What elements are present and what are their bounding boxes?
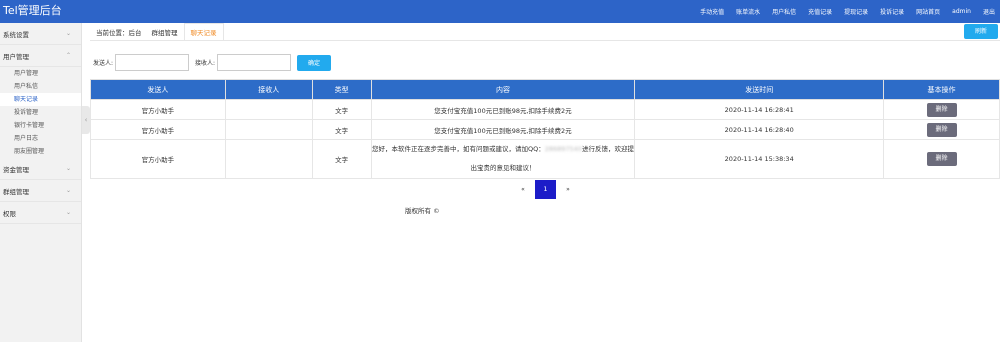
sidebar-item-user-messages[interactable]: 用户私信 <box>0 80 81 93</box>
breadcrumb-item-home[interactable]: 后台 <box>129 29 142 37</box>
filter-bar: 发送人: 接收人: 确定 <box>93 54 332 71</box>
sidebar-item-chat-records[interactable]: 聊天记录 <box>0 93 81 106</box>
chevron-down-icon: ⌄ <box>65 209 71 216</box>
sidebar-group-label: 资金管理 <box>3 165 29 174</box>
chevron-up-icon: ⌃ <box>65 52 71 59</box>
sidebar: 系统设置 ⌄ 用户管理 ⌃ 用户管理 用户私信 聊天记录 投诉管理 银行卡管理 … <box>0 23 82 342</box>
cell-content: 您好，本软件正在逐步完善中，如有问题或建议，请加QQ：286897540进行反馈… <box>370 139 636 179</box>
sidebar-item-user-logs[interactable]: 用户日志 <box>0 132 81 145</box>
topnav-user-messages[interactable]: 用户私信 <box>772 7 796 16</box>
cell-sender: 官方小助手 <box>90 119 226 140</box>
delete-button[interactable]: 删除 <box>926 152 957 166</box>
col-header-sender: 发送人 <box>90 79 226 100</box>
cell-receiver <box>224 119 313 140</box>
sidebar-group-label: 系统设置 <box>3 30 29 39</box>
sidebar-item-bank-cards[interactable]: 银行卡管理 <box>0 119 81 132</box>
chat-records-table: 发送人 接收人 类型 内容 发送时间 基本操作 官方小助手 文字 您支付宝充值1… <box>90 79 1000 179</box>
topnav-manual-recharge[interactable]: 手动充值 <box>700 7 724 16</box>
confirm-button[interactable]: 确定 <box>297 54 332 71</box>
breadcrumb-current-tab[interactable]: 聊天记录 <box>183 23 224 40</box>
cell-type: 文字 <box>311 139 372 179</box>
sidebar-collapse-handle[interactable]: ‹ <box>82 106 90 134</box>
app-title: Tel管理后台 <box>3 4 62 17</box>
breadcrumb-prefix: 当前位置： <box>96 28 129 37</box>
cell-actions: 删除 <box>883 99 1000 120</box>
topnav-recharge-records[interactable]: 充值记录 <box>808 7 832 16</box>
top-bar: Tel管理后台 手动充值 账单流水 用户私信 充值记录 提现记录 投诉记录 网站… <box>0 0 1000 23</box>
cell-sender: 官方小助手 <box>90 139 226 179</box>
sidebar-group-label: 权限 <box>3 209 16 218</box>
sidebar-group-users[interactable]: 用户管理 ⌃ <box>0 45 81 67</box>
sidebar-group-label: 群组管理 <box>3 187 29 196</box>
topnav-complaint-records[interactable]: 投诉记录 <box>880 7 904 16</box>
sidebar-group-label: 用户管理 <box>3 52 29 61</box>
cell-content: 您支付宝充值100元已到账98元,扣除手续费2元 <box>370 99 636 120</box>
table-row: 官方小助手 文字 您好，本软件正在逐步完善中，如有问题或建议，请加QQ：2868… <box>90 139 1000 179</box>
cell-actions: 删除 <box>883 119 1000 140</box>
next-page-button[interactable]: » <box>560 186 576 193</box>
receiver-input[interactable] <box>217 54 292 71</box>
breadcrumb-item-groups[interactable]: 群组管理 <box>152 27 178 37</box>
content-text: 您好，本软件正在逐步完善中，如有问题或建议，请加QQ： <box>372 145 545 153</box>
prev-page-button[interactable]: « <box>515 186 531 193</box>
top-nav: 手动充值 账单流水 用户私信 充值记录 提现记录 投诉记录 网站首页 admin… <box>688 0 995 23</box>
page-1-button[interactable]: 1 <box>535 180 556 199</box>
col-header-actions: 基本操作 <box>883 79 1000 100</box>
topnav-bill-flow[interactable]: 账单流水 <box>736 7 760 16</box>
blurred-qq-number: 286897540 <box>544 145 582 153</box>
chevron-down-icon: ⌄ <box>65 30 71 37</box>
delete-button[interactable]: 删除 <box>926 102 957 117</box>
cell-content: 您支付宝充值100元已到账98元,扣除手续费2元 <box>370 119 636 140</box>
sidebar-group-funds[interactable]: 资金管理 ⌄ <box>0 158 81 180</box>
sender-input[interactable] <box>115 54 190 71</box>
copyright-footer: 版权所有 © <box>405 207 440 215</box>
sidebar-group-groups[interactable]: 群组管理 ⌄ <box>0 180 81 202</box>
cell-sender: 官方小助手 <box>90 99 226 120</box>
col-header-receiver: 接收人 <box>224 79 313 100</box>
receiver-label: 接收人: <box>195 60 216 67</box>
sidebar-item-complaints[interactable]: 投诉管理 <box>0 106 81 119</box>
col-header-time: 发送时间 <box>634 79 885 100</box>
col-header-content: 内容 <box>370 79 636 100</box>
sidebar-group-permissions[interactable]: 权限 ⌄ <box>0 202 81 224</box>
refresh-button[interactable]: 刷新 <box>964 24 998 39</box>
cell-type: 文字 <box>311 99 372 120</box>
chevron-down-icon: ⌄ <box>65 187 71 194</box>
cell-receiver <box>224 139 313 179</box>
cell-time: 2020-11-14 16:28:40 <box>634 119 885 140</box>
topnav-logout[interactable]: 退出 <box>983 7 995 16</box>
topnav-admin-user[interactable]: admin <box>952 8 971 15</box>
topnav-site-home[interactable]: 网站首页 <box>916 7 940 16</box>
topnav-withdraw-records[interactable]: 提现记录 <box>844 7 868 16</box>
sidebar-group-system[interactable]: 系统设置 ⌄ <box>0 23 81 45</box>
sender-label: 发送人: <box>93 60 114 67</box>
breadcrumb: 当前位置：后台 群组管理 聊天记录 <box>90 23 1000 41</box>
pagination: « 1 » <box>515 180 576 199</box>
table-row: 官方小助手 文字 您支付宝充值100元已到账98元,扣除手续费2元 2020-1… <box>90 99 1000 120</box>
table-header-row: 发送人 接收人 类型 内容 发送时间 基本操作 <box>90 79 1000 100</box>
chevron-down-icon: ⌄ <box>65 165 71 172</box>
cell-receiver <box>224 99 313 120</box>
cell-actions: 删除 <box>883 139 1000 179</box>
col-header-type: 类型 <box>311 79 372 100</box>
cell-type: 文字 <box>311 119 372 140</box>
sidebar-submenu-users: 用户管理 用户私信 聊天记录 投诉管理 银行卡管理 用户日志 朋友圈管理 <box>0 67 81 158</box>
cell-time: 2020-11-14 16:28:41 <box>634 99 885 120</box>
table-row: 官方小助手 文字 您支付宝充值100元已到账98元,扣除手续费2元 2020-1… <box>90 119 1000 140</box>
sidebar-item-moments[interactable]: 朋友圈管理 <box>0 145 81 158</box>
sidebar-item-user-management[interactable]: 用户管理 <box>0 67 81 80</box>
cell-time: 2020-11-14 15:38:34 <box>634 139 885 179</box>
delete-button[interactable]: 删除 <box>926 122 957 137</box>
